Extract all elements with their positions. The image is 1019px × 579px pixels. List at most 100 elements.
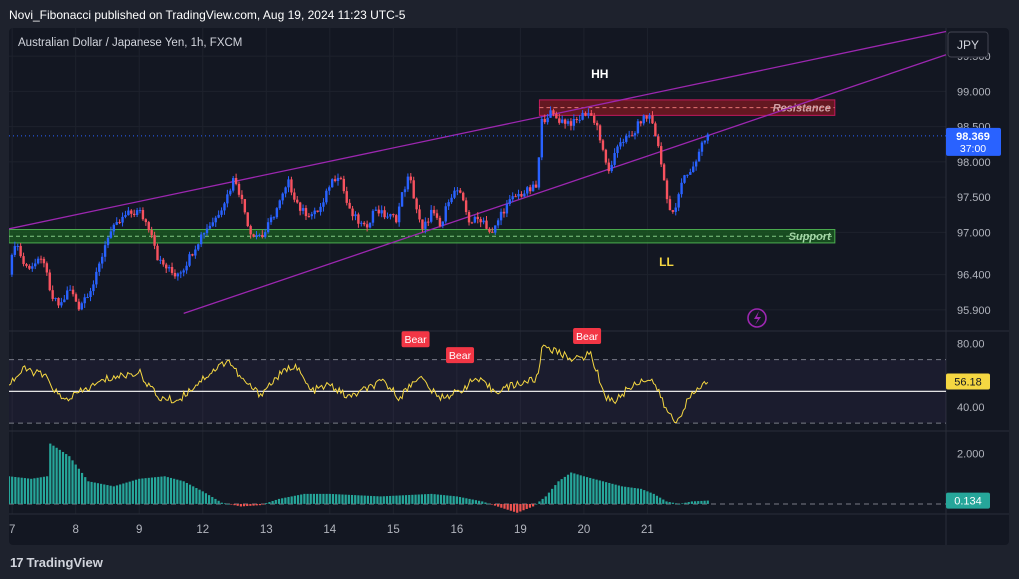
- candle: [677, 194, 680, 208]
- candle: [60, 302, 63, 306]
- candle: [427, 221, 430, 223]
- candle: [700, 142, 704, 152]
- candle: [377, 209, 380, 214]
- candle: [403, 189, 407, 193]
- hist-bar: [693, 501, 697, 504]
- candle: [680, 182, 683, 195]
- tradingview-logo[interactable]: 17 TradingView: [10, 555, 103, 570]
- candle: [316, 210, 319, 212]
- symbol-title: Australian Dollar / Japanese Yen, 1h, FX…: [18, 37, 242, 49]
- hist-bar: [55, 447, 58, 504]
- hist-bar: [427, 494, 430, 504]
- hist-bar: [223, 503, 227, 504]
- candle: [51, 290, 54, 299]
- candle: [182, 270, 185, 273]
- candle: [528, 187, 532, 192]
- candle: [549, 110, 552, 118]
- hist-bar: [258, 503, 262, 506]
- candle: [459, 190, 462, 193]
- hist-bar: [315, 493, 319, 504]
- candle: [659, 146, 663, 165]
- time-tick-label: 14: [323, 524, 336, 536]
- candle: [269, 217, 273, 223]
- candle: [255, 235, 258, 237]
- hist-bar: [357, 495, 360, 504]
- lightning-icon[interactable]: [747, 308, 767, 328]
- candle: [127, 210, 130, 216]
- candle: [488, 228, 491, 232]
- candle: [138, 210, 142, 212]
- candle: [395, 215, 398, 223]
- hist-bar: [233, 503, 236, 506]
- hist-bar: [493, 503, 497, 506]
- trendlines: [9, 30, 947, 314]
- candle: [220, 210, 223, 215]
- hist-bar: [659, 497, 662, 504]
- hist-bar: [617, 485, 620, 504]
- hist-bar: [90, 481, 93, 504]
- hist-bar: [227, 503, 230, 505]
- currency-button-label[interactable]: JPY: [957, 38, 979, 52]
- hist-bar: [678, 503, 681, 505]
- chart-panel[interactable]: ResistanceSupport BearBearBear HHLL 99.5…: [9, 28, 1009, 545]
- candle: [421, 219, 424, 229]
- candle: [400, 192, 404, 207]
- candle: [473, 216, 477, 223]
- hist-bar: [627, 487, 630, 504]
- hist-bar: [500, 503, 503, 508]
- candle: [95, 271, 98, 285]
- candle: [630, 135, 634, 137]
- hist-bar: [52, 445, 55, 504]
- candle: [552, 110, 555, 115]
- hist-bar: [163, 476, 166, 504]
- hist-bar: [563, 476, 566, 504]
- hist-bar: [652, 493, 655, 504]
- hist-bar: [589, 477, 592, 504]
- hist-bar: [14, 476, 17, 504]
- hist-bar: [528, 503, 532, 508]
- chart-canvas[interactable]: ResistanceSupport BearBearBear HHLL 99.5…: [9, 28, 1009, 545]
- hist-bar: [535, 503, 538, 505]
- candle: [563, 119, 567, 124]
- candle: [462, 192, 465, 201]
- candle: [284, 187, 287, 194]
- candle: [231, 178, 235, 191]
- hist-bar: [49, 443, 52, 504]
- candle: [523, 193, 526, 197]
- candle: [613, 153, 616, 165]
- candle: [301, 208, 305, 211]
- hist-bar: [239, 503, 242, 507]
- hist-bar: [325, 493, 328, 504]
- hist-bar: [322, 493, 325, 504]
- hist-bar: [687, 502, 690, 504]
- support-label: Support: [789, 231, 832, 243]
- hist-bar: [706, 500, 709, 504]
- hist-bar: [420, 494, 424, 504]
- hist-bar: [509, 503, 512, 511]
- hist-bar: [61, 451, 65, 504]
- candle: [153, 235, 156, 246]
- candle: [170, 267, 174, 273]
- candle: [450, 197, 453, 203]
- hist-bar: [249, 503, 252, 506]
- hist-bar: [166, 477, 169, 504]
- candle: [275, 208, 279, 218]
- candle: [19, 245, 22, 257]
- candle: [258, 234, 261, 236]
- candle: [54, 298, 57, 300]
- candle: [383, 210, 386, 218]
- candle: [191, 254, 194, 256]
- candle: [537, 157, 541, 188]
- candle: [159, 259, 162, 261]
- hist-bar: [468, 498, 471, 504]
- hist-bar: [544, 496, 547, 504]
- candle: [176, 273, 180, 277]
- hist-bar: [309, 493, 312, 504]
- candle: [683, 175, 686, 183]
- candle: [211, 222, 215, 226]
- hist-bar: [700, 500, 703, 504]
- candle: [703, 140, 707, 143]
- hist-bar: [649, 492, 652, 504]
- hist-bar: [46, 476, 49, 504]
- candle: [336, 177, 340, 181]
